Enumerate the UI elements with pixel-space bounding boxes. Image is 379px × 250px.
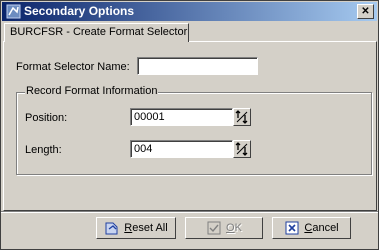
- tab-create-format-selector[interactable]: BURCFSR - Create Format Selector: [4, 23, 189, 42]
- footer-divider: [1, 211, 378, 213]
- record-format-group: Record Format Information Position: 0000…: [16, 85, 372, 175]
- tab-panel: Format Selector Name: Record Format Info…: [3, 41, 377, 211]
- window-title: Secondary Options: [24, 4, 135, 18]
- ok-label: OK: [226, 222, 242, 234]
- dialog-window: Secondary Options ✕ BURCFSR - Create For…: [0, 0, 379, 250]
- cancel-x-icon: [284, 220, 300, 236]
- cancel-label: Cancel: [304, 222, 339, 234]
- spin-arrows-icon: [235, 110, 248, 124]
- check-icon: [206, 220, 222, 236]
- format-selector-name-input[interactable]: [137, 57, 258, 75]
- position-spin-button[interactable]: [233, 108, 251, 126]
- group-title: Record Format Information: [25, 85, 159, 97]
- reset-all-button[interactable]: Reset All: [96, 217, 176, 239]
- cancel-button[interactable]: Cancel: [272, 217, 351, 239]
- spin-arrows-icon: [235, 142, 248, 156]
- close-icon: ✕: [361, 5, 370, 17]
- tab-label: BURCFSR - Create Format Selector: [10, 26, 188, 38]
- reset-all-label: Reset All: [124, 222, 168, 234]
- position-input[interactable]: 00001: [130, 108, 233, 126]
- length-input[interactable]: 004: [130, 140, 233, 158]
- length-spin-button[interactable]: [233, 140, 251, 158]
- length-label: Length:: [25, 144, 62, 156]
- title-bar[interactable]: Secondary Options ✕: [2, 2, 377, 21]
- position-label: Position:: [25, 112, 68, 124]
- ok-button[interactable]: OK: [185, 217, 263, 239]
- close-button[interactable]: ✕: [357, 4, 374, 19]
- app-icon: [6, 4, 21, 19]
- reset-icon: [104, 220, 120, 236]
- format-selector-name-label: Format Selector Name:: [16, 61, 130, 73]
